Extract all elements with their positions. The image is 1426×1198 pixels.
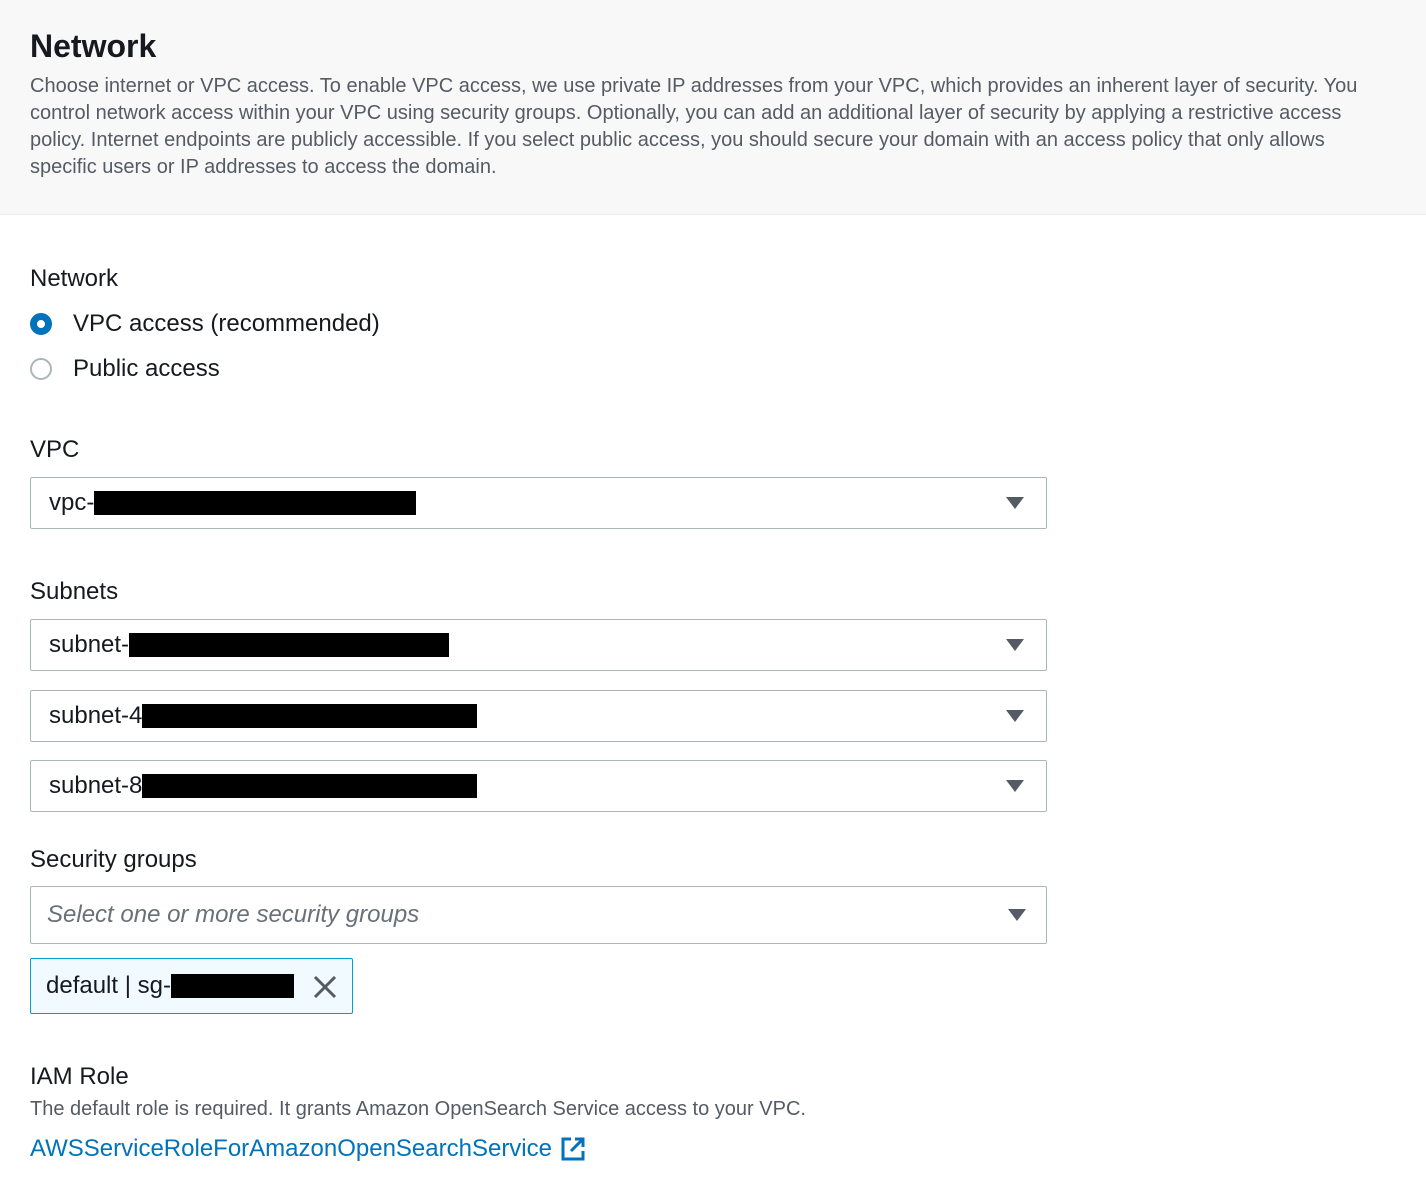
security-groups-multiselect[interactable]: Select one or more security groups (30, 886, 1047, 944)
radio-vpc-access-label: VPC access (recommended) (73, 310, 380, 337)
redacted-block (142, 774, 478, 798)
subnet-select-3[interactable]: subnet-8 (30, 760, 1047, 812)
subnet-select-1-value: subnet- (49, 620, 450, 670)
iam-role-link[interactable]: AWSServiceRoleForAmazonOpenSearchService (30, 1134, 586, 1164)
redacted-block (94, 491, 417, 515)
network-label: Network (30, 265, 119, 292)
external-link-icon (561, 1137, 585, 1161)
subnet-1-value-text: subnet- (49, 631, 130, 658)
section-header: Network Choose internet or VPC access. T… (0, 0, 1426, 215)
section-description: Choose internet or VPC access. To enable… (30, 75, 1358, 178)
vpc-select[interactable]: vpc- (30, 477, 1047, 529)
caret-down-icon (1008, 909, 1026, 921)
close-icon[interactable] (311, 973, 339, 1001)
section-title: Network (30, 28, 157, 64)
redacted-block (142, 704, 478, 728)
page: Network Choose internet or VPC access. T… (0, 0, 1426, 1198)
security-group-token: default | sg- (30, 958, 353, 1014)
caret-down-icon (1006, 639, 1024, 651)
radio-unchecked-icon[interactable] (30, 358, 52, 380)
redacted-block (170, 974, 294, 998)
subnet-select-2-value: subnet-4 (49, 691, 478, 741)
subnet-select-1[interactable]: subnet- (30, 619, 1047, 671)
subnets-label: Subnets (30, 578, 119, 605)
caret-down-icon (1006, 497, 1024, 509)
iam-role-link-text[interactable]: AWSServiceRoleForAmazonOpenSearchService (30, 1134, 552, 1164)
redacted-block (129, 633, 450, 657)
subnet-2-value-text: subnet-4 (49, 702, 143, 729)
radio-vpc-access[interactable]: VPC access (recommended) (30, 309, 380, 339)
radio-checked-icon[interactable] (30, 313, 52, 335)
caret-down-icon (1006, 710, 1024, 722)
subnet-select-2[interactable]: subnet-4 (30, 690, 1047, 742)
caret-down-icon (1006, 780, 1024, 792)
iam-role-hint: The default role is required. It grants … (30, 1098, 806, 1120)
vpc-value-text: vpc- (49, 489, 95, 516)
vpc-label: VPC (30, 436, 80, 463)
security-groups-placeholder: Select one or more security groups (47, 901, 420, 928)
subnet-3-value-text: subnet-8 (49, 772, 143, 799)
radio-public-access-label: Public access (73, 355, 220, 382)
vpc-select-value: vpc- (49, 478, 417, 528)
security-groups-label: Security groups (30, 846, 197, 873)
radio-public-access[interactable]: Public access (30, 354, 220, 384)
subnet-select-3-value: subnet-8 (49, 761, 478, 811)
security-group-token-label: default | sg- (46, 959, 294, 1013)
iam-role-label: IAM Role (30, 1063, 129, 1090)
token-text: default | sg- (46, 972, 171, 999)
